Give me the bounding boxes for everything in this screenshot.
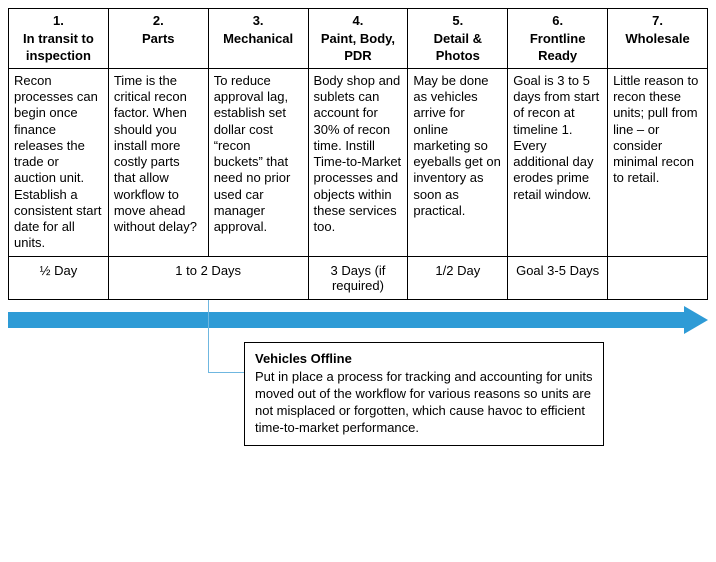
desc-cell-3: To reduce approval lag, establish set do… bbox=[208, 68, 308, 256]
desc-cell-1: Recon processes can begin once finance r… bbox=[9, 68, 109, 256]
col-title: Detail & Photos bbox=[434, 31, 482, 62]
col-number: 7. bbox=[613, 13, 702, 29]
col-number: 1. bbox=[14, 13, 103, 29]
callout-area: Vehicles Offline Put in place a process … bbox=[8, 342, 708, 482]
desc-cell-7: Little reason to recon these units; pull… bbox=[608, 68, 708, 256]
callout-connector-horizontal bbox=[208, 372, 244, 373]
timeline-arrow bbox=[8, 306, 708, 334]
col-number: 4. bbox=[314, 13, 403, 29]
arrow-head-icon bbox=[684, 306, 708, 334]
col-header-5: 5. Detail & Photos bbox=[408, 9, 508, 69]
col-title: Mechanical bbox=[223, 31, 293, 46]
desc-cell-5: May be done as vehicles arrive for onlin… bbox=[408, 68, 508, 256]
callout-body: Put in place a process for tracking and … bbox=[255, 369, 592, 435]
col-number: 2. bbox=[114, 13, 203, 29]
duration-row: ½ Day 1 to 2 Days 3 Days (if required) 1… bbox=[9, 256, 708, 299]
duration-cell-5: 1/2 Day bbox=[408, 256, 508, 299]
col-header-1: 1. In transit to inspection bbox=[9, 9, 109, 69]
arrow-bar bbox=[8, 312, 684, 328]
callout-title: Vehicles Offline bbox=[255, 351, 593, 368]
col-title: Wholesale bbox=[625, 31, 689, 46]
duration-cell-6: Goal 3-5 Days bbox=[508, 256, 608, 299]
recon-stages-table: 1. In transit to inspection 2. Parts 3. … bbox=[8, 8, 708, 300]
desc-cell-2: Time is the critical recon factor. When … bbox=[108, 68, 208, 256]
duration-cell-2-3: 1 to 2 Days bbox=[108, 256, 308, 299]
col-number: 6. bbox=[513, 13, 602, 29]
col-header-7: 7. Wholesale bbox=[608, 9, 708, 69]
col-number: 3. bbox=[214, 13, 303, 29]
col-title: Paint, Body, PDR bbox=[321, 31, 395, 62]
col-header-6: 6. Frontline Ready bbox=[508, 9, 608, 69]
desc-cell-6: Goal is 3 to 5 days from start of recon … bbox=[508, 68, 608, 256]
description-row: Recon processes can begin once finance r… bbox=[9, 68, 708, 256]
col-header-2: 2. Parts bbox=[108, 9, 208, 69]
vehicles-offline-callout: Vehicles Offline Put in place a process … bbox=[244, 342, 604, 446]
col-header-4: 4. Paint, Body, PDR bbox=[308, 9, 408, 69]
duration-cell-7 bbox=[608, 256, 708, 299]
col-title: Frontline Ready bbox=[530, 31, 586, 62]
duration-cell-4: 3 Days (if required) bbox=[308, 256, 408, 299]
col-title: Parts bbox=[142, 31, 175, 46]
col-header-3: 3. Mechanical bbox=[208, 9, 308, 69]
col-number: 5. bbox=[413, 13, 502, 29]
header-row: 1. In transit to inspection 2. Parts 3. … bbox=[9, 9, 708, 69]
callout-connector-vertical bbox=[208, 300, 209, 372]
desc-cell-4: Body shop and sublets can account for 30… bbox=[308, 68, 408, 256]
duration-cell-1: ½ Day bbox=[9, 256, 109, 299]
col-title: In transit to inspection bbox=[23, 31, 94, 62]
